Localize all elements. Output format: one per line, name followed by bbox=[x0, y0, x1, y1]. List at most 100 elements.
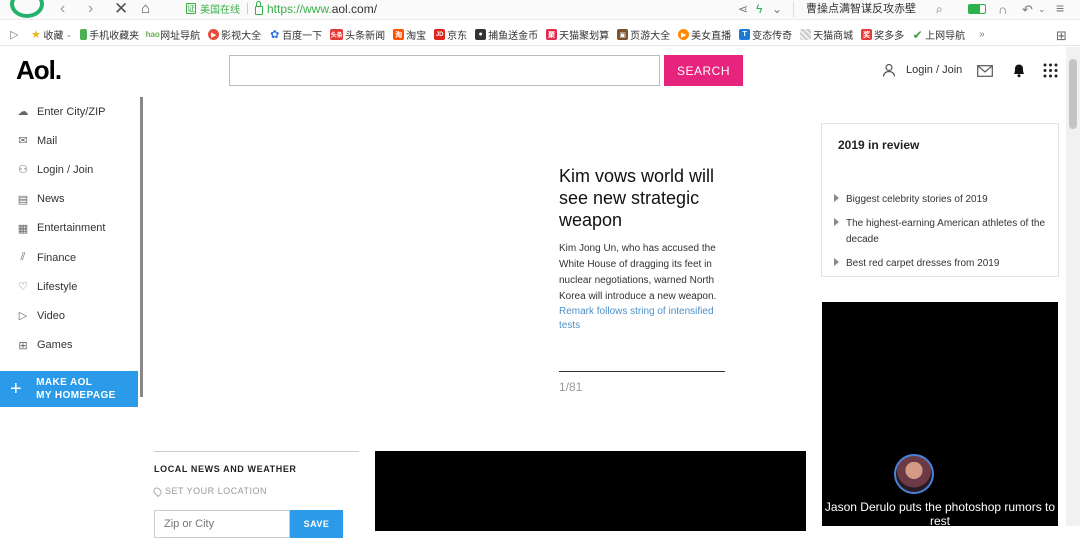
headphones-icon[interactable]: ∩ bbox=[998, 2, 1007, 17]
bookmark-item[interactable]: ✔ 上网导航 bbox=[912, 27, 966, 43]
bell-icon[interactable] bbox=[1012, 63, 1026, 78]
bookmarks-more[interactable]: » bbox=[979, 29, 985, 40]
mail-icon: ✉ bbox=[18, 135, 28, 148]
video-avatar bbox=[894, 454, 934, 494]
local-news-widget: LOCAL NEWS AND WEATHER SET YOUR LOCATION… bbox=[151, 451, 359, 538]
undo-menu-icon[interactable]: ⌄ bbox=[1038, 4, 1046, 15]
sidebar-item-login[interactable]: ⚇ Login / Join bbox=[0, 155, 140, 184]
article-summary: Kim Jong Un, who has accused the White H… bbox=[559, 243, 717, 302]
search-icon[interactable]: ⌕ bbox=[936, 2, 943, 17]
chart-icon: ⫽ bbox=[20, 251, 26, 264]
set-location-label[interactable]: SET YOUR LOCATION bbox=[151, 485, 359, 497]
bookmark-item[interactable]: ★ 收藏 ⌄ bbox=[30, 27, 72, 42]
review-link[interactable]: The highest-earning American athletes of… bbox=[834, 216, 1048, 248]
home-icon[interactable]: ⌂ bbox=[141, 1, 150, 17]
sidebar-item-label: News bbox=[37, 193, 65, 206]
back-icon[interactable]: ‹ bbox=[60, 1, 65, 17]
heart-icon: ♡ bbox=[18, 281, 28, 294]
slide-counter: 1/81 bbox=[559, 380, 583, 394]
sidebar-toggle-icon[interactable]: ▷ bbox=[10, 28, 18, 41]
shop-icon bbox=[800, 29, 812, 40]
video-panel[interactable]: Jason Derulo puts the photoshop rumors t… bbox=[822, 302, 1058, 528]
scrollbar-thumb[interactable] bbox=[1069, 59, 1077, 129]
video-caption[interactable]: Jason Derulo puts the photoshop rumors t… bbox=[822, 500, 1058, 528]
bookmark-item[interactable]: ✿ 百度一下 bbox=[269, 27, 322, 42]
url-text[interactable]: https://www.aol.com/ bbox=[267, 2, 377, 16]
prize-icon: 奖 bbox=[861, 29, 873, 40]
bookmark-item[interactable]: 淘淘宝 bbox=[393, 27, 426, 42]
chevron-down-icon[interactable]: ⌄ bbox=[772, 2, 782, 16]
aol-logo[interactable]: Aol. bbox=[16, 55, 62, 86]
sidebar-item-news[interactable]: ▤ News bbox=[0, 185, 140, 214]
address-separator bbox=[247, 3, 248, 14]
address-bar[interactable]: 证 美国在线 https://www.aol.com/ bbox=[186, 0, 377, 16]
make-homepage-button[interactable]: + MAKE AOL MY HOMEPAGE bbox=[0, 371, 138, 407]
sidebar-item-entertainment[interactable]: ▦ Entertainment bbox=[0, 214, 140, 243]
header-login[interactable]: Login / Join bbox=[882, 63, 962, 77]
phone-icon bbox=[80, 29, 88, 40]
news-icon: ▤ bbox=[17, 193, 29, 206]
live-icon: ▶ bbox=[678, 29, 690, 40]
bookmark-item[interactable]: T 变态传奇 bbox=[739, 27, 792, 42]
menu-icon[interactable]: ≡ bbox=[1056, 0, 1064, 16]
location-pin-icon bbox=[151, 485, 164, 497]
article-related-link[interactable]: Remark follows string of intensified tes… bbox=[559, 305, 727, 333]
video-player[interactable] bbox=[375, 451, 806, 531]
lock-icon bbox=[255, 0, 263, 15]
save-location-button[interactable]: SAVE bbox=[290, 510, 343, 538]
bookmark-item[interactable]: ▣ 页游大全 bbox=[617, 27, 670, 42]
undo-icon[interactable]: ↶ bbox=[1022, 2, 1033, 18]
triangle-right-icon bbox=[834, 258, 839, 266]
user-icon bbox=[882, 63, 896, 77]
article-divider bbox=[559, 371, 725, 372]
weather-icon: ☁ bbox=[17, 106, 29, 119]
search-input[interactable] bbox=[229, 55, 660, 86]
stop-icon[interactable]: ✕ bbox=[114, 0, 128, 17]
sidebar-item-label: Mail bbox=[37, 134, 58, 147]
bookmark-item[interactable]: ▶ 影视大全 bbox=[208, 27, 261, 42]
t-icon: T bbox=[739, 29, 751, 40]
featured-article[interactable]: Kim vows world will see new strategic we… bbox=[559, 165, 727, 333]
page-scrollbar[interactable] bbox=[1066, 47, 1080, 526]
game-icon: ▣ bbox=[617, 29, 629, 40]
year-in-review-card: 2019 in review Biggest celebrity stories… bbox=[821, 123, 1059, 277]
sidebar-scroll-indicator[interactable] bbox=[140, 97, 143, 397]
bookmark-item[interactable]: 奖奖多多 bbox=[861, 27, 904, 42]
bookmark-item[interactable]: 天猫商城 bbox=[800, 27, 853, 42]
bookmark-item[interactable]: 头条 头条新闻 bbox=[330, 27, 385, 42]
bookmark-item[interactable]: ▶ 美女直播 bbox=[678, 27, 731, 42]
apps-grid-icon[interactable] bbox=[1043, 63, 1058, 78]
search-button[interactable]: SEARCH bbox=[664, 55, 743, 86]
sidebar-item-label: Enter City/ZIP bbox=[37, 105, 106, 118]
bookmark-item[interactable]: hao 网址导航 bbox=[145, 27, 201, 42]
forward-icon[interactable]: › bbox=[88, 1, 93, 17]
grid-icon[interactable]: ⊞ bbox=[1056, 28, 1067, 44]
sidebar-item-label: Games bbox=[37, 339, 73, 352]
clapper-icon: ▦ bbox=[17, 222, 29, 235]
sidebar-item-mail[interactable]: ✉ Mail bbox=[0, 126, 140, 155]
plus-icon: + bbox=[10, 378, 23, 400]
sidebar-item-games[interactable]: ⊞ Games bbox=[0, 331, 140, 360]
zip-input[interactable] bbox=[154, 510, 290, 538]
sidebar-item-video[interactable]: ▷ Video bbox=[0, 301, 140, 330]
review-link[interactable]: Biggest celebrity stories of 2019 bbox=[834, 192, 1048, 208]
article-title[interactable]: Kim vows world will see new strategic we… bbox=[559, 165, 727, 231]
browser-toolbar: ‹ › ✕ ⌂ 证 美国在线 https://www.aol.com/ ⋖ ϟ … bbox=[0, 0, 1080, 20]
sidebar-item-lifestyle[interactable]: ♡ Lifestyle bbox=[0, 272, 140, 301]
user-icon: ⚇ bbox=[18, 164, 28, 177]
bookmark-item[interactable]: 手机收藏夹 bbox=[80, 27, 139, 42]
hao-icon: hao bbox=[145, 30, 160, 39]
bookmark-item[interactable]: JD 京东 bbox=[434, 27, 467, 42]
bookmark-item[interactable]: 聚天猫聚划算 bbox=[546, 27, 609, 42]
sidebar-item-weather[interactable]: ☁ Enter City/ZIP bbox=[0, 97, 140, 126]
lightning-icon[interactable]: ϟ bbox=[756, 2, 762, 16]
mail-icon[interactable] bbox=[977, 65, 993, 77]
sidebar-item-label: Login / Join bbox=[37, 163, 94, 176]
share-icon[interactable]: ⋖ bbox=[738, 2, 748, 16]
play-icon: ▶ bbox=[208, 29, 220, 40]
review-link[interactable]: Best red carpet dresses from 2019 bbox=[834, 256, 1048, 272]
paw-icon: ✿ bbox=[270, 29, 280, 41]
local-news-title: LOCAL NEWS AND WEATHER bbox=[154, 464, 297, 474]
sidebar-item-finance[interactable]: ⫽ Finance bbox=[0, 243, 140, 272]
bookmark-item[interactable]: ● 捕鱼送金币 bbox=[475, 27, 538, 42]
